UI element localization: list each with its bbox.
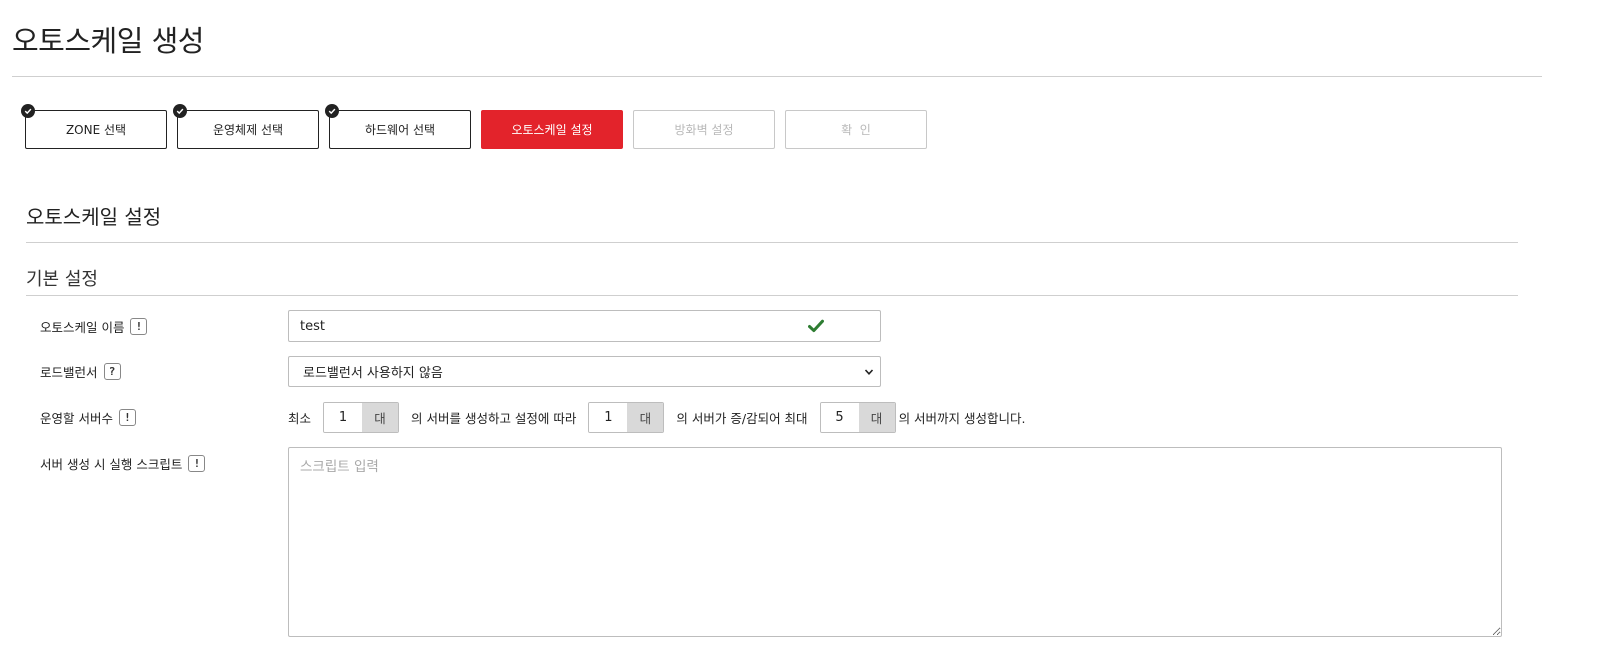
step-label: 확 인 (841, 123, 871, 137)
field-label: 로드밸런서 (40, 365, 98, 380)
servers-text: 의 서버까지 생성합니다. (898, 411, 1026, 426)
min-servers-input[interactable] (324, 403, 363, 432)
servers-text: 의 서버를 생성하고 설정에 따라 (411, 411, 577, 426)
step-label: 운영체제 선택 (212, 123, 284, 137)
step-servers-stepper: 대 (588, 402, 665, 433)
step-label: 오토스케일 설정 (511, 123, 593, 137)
server-count-row: 최소 대 의 서버를 생성하고 설정에 따라 대 의 서버가 증/감되어 최대 … (288, 402, 1025, 433)
load-balancer-label: 로드밸런서 ? (40, 362, 121, 381)
exclamation-icon[interactable]: ! (188, 455, 206, 472)
check-circle-icon (173, 104, 187, 118)
step-firewall-settings: 방화벽 설정 (633, 110, 775, 149)
step-label: 방화벽 설정 (674, 123, 734, 137)
step-zone-select[interactable]: ZONE 선택 (21, 104, 167, 149)
step-confirm: 확 인 (785, 110, 927, 149)
unit-label: 대 (858, 403, 895, 432)
field-label: 서버 생성 시 실행 스크립트 (40, 457, 183, 472)
autoscale-name-input[interactable] (289, 311, 880, 341)
servers-text: 의 서버가 증/감되어 최대 (676, 411, 808, 426)
subsection-title: 기본 설정 (26, 269, 98, 290)
select-value: 로드밸런서 사용하지 않음 (303, 366, 443, 381)
page-title: 오토스케일 생성 (12, 24, 204, 58)
startup-script-label: 서버 생성 시 실행 스크립트 ! (40, 454, 206, 473)
section-divider (26, 242, 1518, 243)
startup-script-textarea[interactable] (288, 447, 1502, 637)
exclamation-icon[interactable]: ! (130, 318, 148, 335)
subsection-divider (26, 295, 1518, 296)
step-hardware-select[interactable]: 하드웨어 선택 (325, 104, 471, 149)
max-servers-input[interactable] (820, 403, 859, 432)
chevron-down-icon (864, 369, 874, 375)
step-label: 하드웨어 선택 (364, 123, 436, 137)
server-count-label: 운영할 서버수 ! (40, 408, 136, 427)
step-servers-input[interactable] (589, 403, 628, 432)
unit-label: 대 (627, 403, 664, 432)
exclamation-icon[interactable]: ! (118, 409, 136, 426)
min-servers-stepper: 대 (323, 402, 400, 433)
field-label: 오토스케일 이름 (40, 320, 125, 335)
max-servers-stepper: 대 (819, 402, 896, 433)
check-circle-icon (325, 104, 339, 118)
question-icon[interactable]: ? (103, 363, 121, 380)
autoscale-name-label: 오토스케일 이름 ! (40, 317, 148, 336)
min-prefix-text: 최소 (288, 411, 312, 426)
load-balancer-select[interactable]: 로드밸런서 사용하지 않음 (288, 356, 881, 387)
title-divider (12, 76, 1542, 77)
step-os-select[interactable]: 운영체제 선택 (173, 104, 319, 149)
step-label: ZONE 선택 (65, 123, 127, 137)
check-circle-icon (21, 104, 35, 118)
section-title: 오토스케일 설정 (26, 205, 162, 229)
step-autoscale-settings[interactable]: 오토스케일 설정 (481, 110, 623, 149)
autoscale-name-field (288, 310, 881, 342)
checkmark-icon (808, 319, 824, 333)
field-label: 운영할 서버수 (40, 411, 113, 426)
unit-label: 대 (362, 403, 399, 432)
